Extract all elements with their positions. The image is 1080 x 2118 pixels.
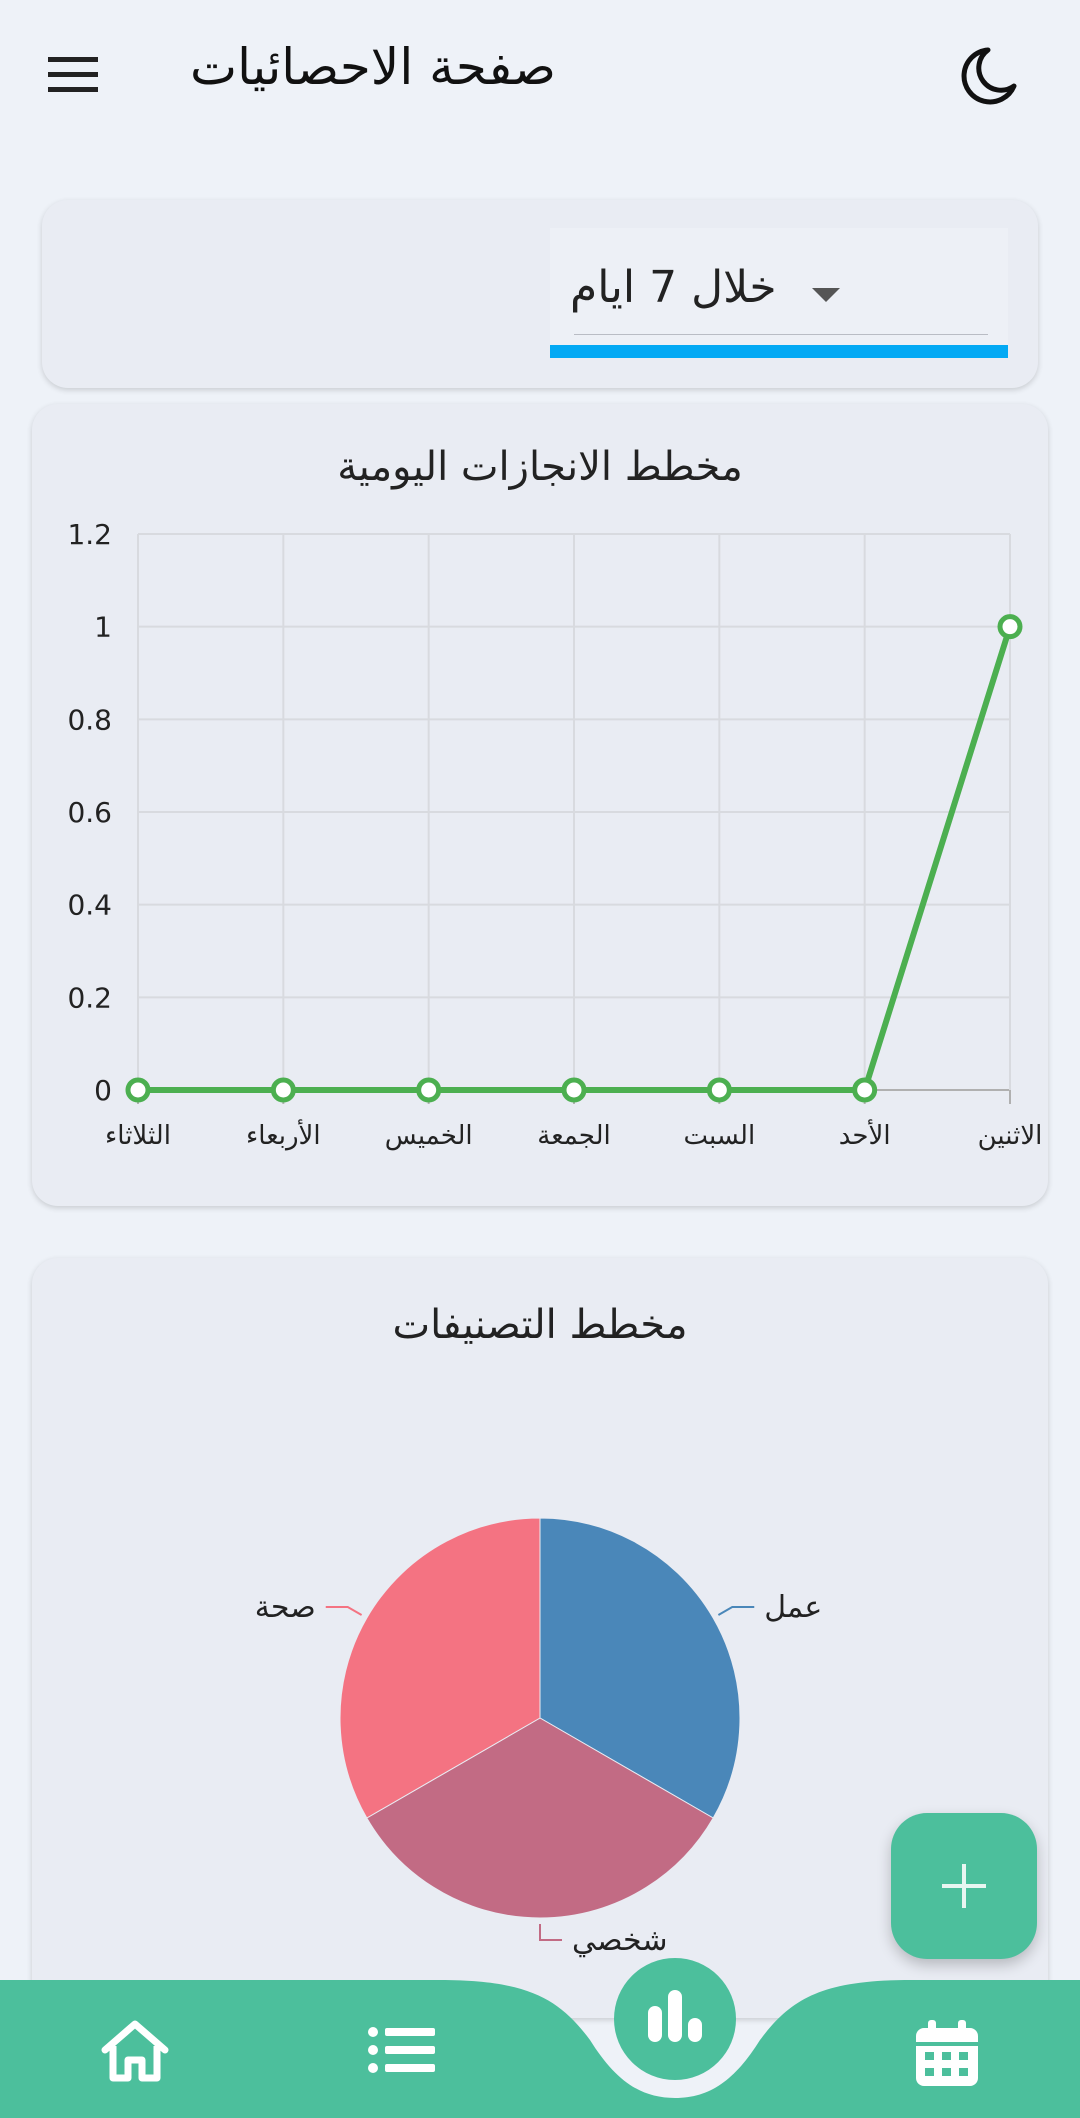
y-tick-label: 0.4 — [67, 889, 112, 922]
x-tick-label: الجمعة — [537, 1121, 610, 1151]
x-tick-label: الأحد — [839, 1118, 891, 1151]
pie-label: عمل — [764, 1590, 822, 1625]
pie-label: صحة — [255, 1590, 316, 1625]
y-tick-label: 0.8 — [67, 703, 112, 736]
app-bar: صفحة الاحصائيات — [0, 0, 1080, 150]
calendar-icon — [916, 2020, 978, 2086]
x-tick-label: السبت — [683, 1121, 755, 1151]
nav-home[interactable] — [95, 2018, 175, 2084]
theme-toggle-button[interactable] — [950, 40, 1030, 110]
y-tick-label: 1 — [94, 611, 112, 644]
x-tick-label: الاثنين — [978, 1121, 1043, 1151]
menu-icon — [48, 57, 98, 92]
y-tick-label: 0.2 — [67, 981, 112, 1014]
y-tick-label: 0 — [94, 1074, 112, 1107]
data-point — [270, 1077, 296, 1103]
period-dropdown-value: خلال 7 ايام — [570, 262, 777, 313]
data-point — [561, 1077, 587, 1103]
dropdown-underline — [574, 334, 988, 335]
dropdown-focus-bar — [550, 345, 1008, 358]
x-tick-label: الخميس — [385, 1121, 473, 1151]
data-point — [706, 1077, 732, 1103]
nav-tasks[interactable] — [365, 2022, 439, 2078]
list-icon — [368, 2027, 435, 2073]
x-tick-label: الثلاثاء — [105, 1121, 171, 1151]
y-tick-label: 1.2 — [67, 518, 112, 551]
pie-label: شخصي — [572, 1923, 668, 1958]
menu-button[interactable] — [40, 40, 110, 110]
daily-achievements-card: مخطط الانجازات اليومية 0 0.2 0.4 0.6 0.8 1 1.2… — [32, 404, 1048, 1206]
pie-leader-line — [539, 1924, 562, 1941]
data-point — [997, 614, 1023, 640]
data-point — [416, 1077, 442, 1103]
data-point — [852, 1077, 878, 1103]
period-dropdown[interactable]: خلال 7 ايام — [550, 228, 1008, 358]
add-task-button[interactable] — [891, 1813, 1037, 1959]
bottom-nav — [0, 1958, 1080, 2118]
nav-calendar[interactable] — [912, 2018, 982, 2090]
bar-chart-icon — [648, 1990, 702, 2042]
chevron-down-icon — [812, 288, 840, 302]
moon-icon — [961, 47, 1017, 105]
x-tick-label: الأربعاء — [246, 1118, 321, 1151]
filter-card: خلال 7 ايام — [42, 200, 1038, 388]
pie-leader-line — [325, 1606, 363, 1616]
home-icon — [101, 2020, 169, 2082]
line-chart: 0 0.2 0.4 0.6 0.8 1 1.2 الثلاثاء الأربعاء الخميس ا… — [67, 518, 1043, 1151]
page-title: صفحة الاحصائيات — [190, 38, 556, 96]
data-point — [125, 1077, 151, 1103]
pie-leader-line — [717, 1606, 755, 1616]
nav-statistics[interactable] — [614, 1958, 736, 2080]
y-tick-label: 0.6 — [67, 796, 112, 829]
